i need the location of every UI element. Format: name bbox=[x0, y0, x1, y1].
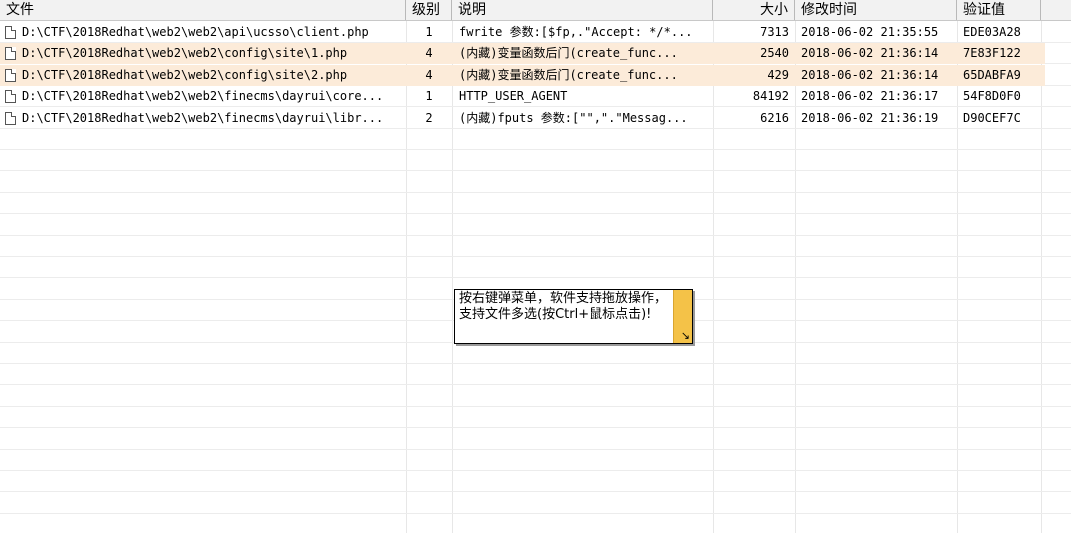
grid-hline bbox=[0, 427, 1071, 428]
cell-desc: fwrite 参数:[$fp,."Accept: */*... bbox=[459, 25, 693, 39]
cell-level: 4 bbox=[425, 46, 433, 61]
grid-hline bbox=[0, 170, 1071, 171]
help-tooltip[interactable]: 按右键弹菜单，软件支持拖放操作，支持文件多选(按Ctrl+鼠标点击)! ↘ bbox=[454, 289, 693, 344]
table-row[interactable]: D:\CTF\2018Redhat\web2\web2\finecms\dayr… bbox=[0, 86, 1045, 107]
cell-hash: D90CEF7C bbox=[963, 110, 1021, 125]
document-icon bbox=[5, 47, 16, 61]
grid-hline bbox=[0, 513, 1071, 514]
cell-desc: (内藏)变量函数后门(create_func... bbox=[459, 46, 678, 61]
grid-hline bbox=[0, 277, 1071, 278]
cell-size: 2540 bbox=[760, 46, 789, 61]
cell-file: D:\CTF\2018Redhat\web2\web2\finecms\dayr… bbox=[22, 89, 384, 104]
cell-time: 2018-06-02 21:36:14 bbox=[801, 46, 939, 61]
cell-desc: (内藏)fputs 参数:["","."Messag... bbox=[459, 110, 688, 125]
table-row[interactable]: D:\CTF\2018Redhat\web2\web2\api\ucsso\cl… bbox=[0, 22, 1045, 43]
cell-hash: 65DABFA9 bbox=[963, 67, 1021, 82]
tooltip-text: 按右键弹菜单，软件支持拖放操作，支持文件多选(按Ctrl+鼠标点击)! bbox=[459, 291, 668, 322]
document-icon bbox=[5, 68, 16, 82]
document-icon bbox=[5, 111, 16, 125]
column-header-hash[interactable]: 验证值 bbox=[957, 0, 1041, 20]
column-header-level[interactable]: 级别 bbox=[406, 0, 452, 20]
grid-hline bbox=[0, 491, 1071, 492]
cell-level: 2 bbox=[425, 110, 433, 125]
column-header-size[interactable]: 大小 bbox=[713, 0, 795, 20]
grid-hline bbox=[0, 149, 1071, 150]
cell-level: 1 bbox=[425, 25, 433, 39]
results-list[interactable]: 文件 级别 说明 大小 修改时间 验证值 D:\CTF\2018Redhat\w… bbox=[0, 0, 1071, 533]
cell-size: 84192 bbox=[752, 89, 789, 104]
cell-file: D:\CTF\2018Redhat\web2\web2\api\ucsso\cl… bbox=[22, 25, 369, 39]
document-icon bbox=[5, 26, 16, 39]
grid-hline bbox=[0, 192, 1071, 193]
cell-level: 4 bbox=[425, 67, 433, 82]
table-row[interactable]: D:\CTF\2018Redhat\web2\web2\config\site\… bbox=[0, 43, 1045, 65]
cell-size: 7313 bbox=[760, 25, 789, 39]
cell-desc: (内藏)变量函数后门(create_func... bbox=[459, 67, 678, 82]
grid-hline bbox=[0, 449, 1071, 450]
resize-corner-icon[interactable]: ↘ bbox=[681, 330, 690, 341]
cell-hash: 54F8D0F0 bbox=[963, 89, 1021, 104]
grid-hline bbox=[0, 406, 1071, 407]
column-header-filler bbox=[1041, 0, 1071, 20]
cell-file: D:\CTF\2018Redhat\web2\web2\config\site\… bbox=[22, 67, 348, 82]
cell-size: 6216 bbox=[760, 110, 789, 125]
cell-desc: HTTP_USER_AGENT bbox=[459, 89, 568, 104]
cell-size: 429 bbox=[767, 67, 789, 82]
cell-time: 2018-06-02 21:36:17 bbox=[801, 89, 939, 104]
grid-hline bbox=[0, 235, 1071, 236]
grid-hline bbox=[0, 256, 1071, 257]
table-row[interactable]: D:\CTF\2018Redhat\web2\web2\finecms\dayr… bbox=[0, 108, 1045, 129]
grid-hline bbox=[0, 384, 1071, 385]
column-header-time[interactable]: 修改时间 bbox=[795, 0, 957, 20]
cell-time: 2018-06-02 21:36:19 bbox=[801, 110, 939, 125]
cell-time: 2018-06-02 21:35:55 bbox=[801, 25, 939, 39]
column-header-file[interactable]: 文件 bbox=[0, 0, 406, 20]
grid-hline bbox=[0, 213, 1071, 214]
tooltip-accent-bar: ↘ bbox=[673, 290, 692, 343]
cell-hash: EDE03A28 bbox=[963, 25, 1021, 39]
cell-file: D:\CTF\2018Redhat\web2\web2\config\site\… bbox=[22, 46, 348, 61]
cell-file: D:\CTF\2018Redhat\web2\web2\finecms\dayr… bbox=[22, 110, 384, 125]
cell-level: 1 bbox=[425, 89, 433, 104]
grid-hline bbox=[0, 470, 1071, 471]
grid-hline bbox=[0, 363, 1071, 364]
cell-hash: 7E83F122 bbox=[963, 46, 1021, 61]
table-row[interactable]: D:\CTF\2018Redhat\web2\web2\config\site\… bbox=[0, 64, 1045, 86]
document-icon bbox=[5, 90, 16, 104]
column-header-desc[interactable]: 说明 bbox=[452, 0, 713, 20]
cell-time: 2018-06-02 21:36:14 bbox=[801, 67, 939, 82]
list-header: 文件 级别 说明 大小 修改时间 验证值 bbox=[0, 0, 1071, 21]
